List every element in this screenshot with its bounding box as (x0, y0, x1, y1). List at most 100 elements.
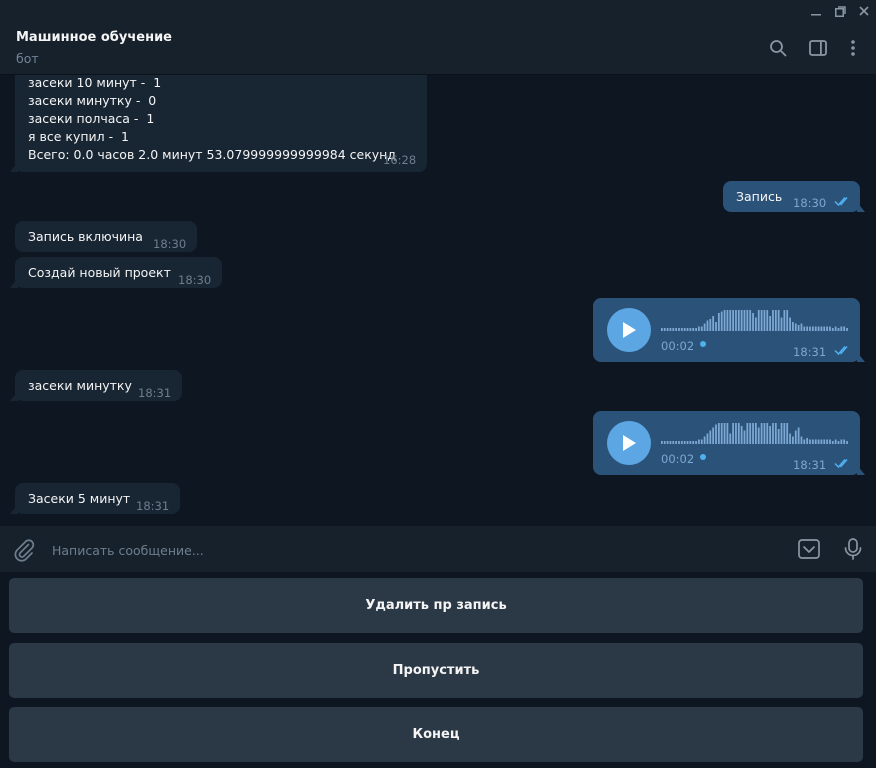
waveform-bar (735, 423, 737, 444)
message-list[interactable]: засеки 10 минут - 1 засеки минутку - 0 з… (0, 75, 876, 526)
waveform-bar (680, 328, 683, 331)
bot-keyboard-icon[interactable] (797, 537, 821, 561)
waveform (661, 423, 848, 444)
waveform-bar (840, 439, 843, 444)
voice-message-outgoing[interactable]: 00:02 18:31 (593, 298, 865, 362)
waveform-bar (717, 423, 720, 444)
message-incoming[interactable]: Создай новый проект 18:30 (10, 257, 222, 288)
read-checkmarks-icon (834, 343, 852, 361)
minimize-icon[interactable] (804, 0, 828, 22)
waveform-bar (789, 433, 791, 444)
waveform-bar (814, 439, 817, 444)
message-incoming[interactable]: засеки минутку 18:31 (10, 370, 182, 401)
message-text: засеки минутку (28, 378, 132, 393)
bubble-tail (857, 352, 865, 362)
waveform-bar (732, 310, 734, 331)
voice-message-outgoing[interactable]: 00:02 18:31 (593, 411, 865, 475)
waveform-bar (774, 310, 777, 331)
waveform-bar (831, 441, 834, 444)
waveform-bar (760, 310, 763, 331)
restore-icon[interactable] (828, 0, 852, 22)
waveform-bar (715, 424, 717, 444)
waveform-bar (717, 313, 720, 331)
sidebar-toggle-icon[interactable] (807, 37, 829, 59)
waveform-bar (811, 326, 814, 331)
message-time: 18:31 (793, 345, 827, 359)
message-incoming[interactable]: Запись включина 18:30 (15, 221, 197, 252)
message-outgoing[interactable]: Запись 18:30 (723, 181, 865, 212)
message-line: Всего: 0.0 часов 2.0 минут 53.0799999999… (28, 147, 396, 162)
play-button[interactable] (607, 421, 651, 465)
waveform-bar (811, 439, 814, 444)
waveform (661, 310, 848, 331)
search-icon[interactable] (767, 37, 789, 59)
more-vertical-icon[interactable] (842, 37, 864, 59)
message-line: засеки минутку - 0 (28, 93, 157, 108)
waveform-bar (757, 427, 760, 444)
waveform-bar (726, 423, 729, 444)
waveform-bar (703, 436, 706, 444)
waveform-bar (666, 328, 669, 331)
message-incoming[interactable]: засеки 10 минут - 1 засеки минутку - 0 з… (10, 75, 427, 172)
message-input[interactable] (52, 540, 752, 560)
bubble-tail (857, 202, 865, 212)
close-icon[interactable] (852, 0, 876, 22)
waveform-bar (746, 423, 749, 444)
play-button[interactable] (607, 308, 651, 352)
waveform-bar (743, 310, 746, 331)
waveform-bar (820, 439, 823, 444)
waveform-bar (780, 317, 783, 331)
waveform-bar (803, 439, 806, 444)
waveform-bar (735, 310, 737, 331)
waveform-bar (794, 323, 797, 331)
paperclip-icon[interactable] (12, 538, 36, 562)
waveform-bar (769, 426, 772, 444)
waveform-bar (695, 328, 697, 331)
waveform-bar (817, 439, 820, 444)
chat-title[interactable]: Машинное обучение (16, 30, 172, 45)
waveform-bar (672, 328, 675, 331)
waveform-bar (763, 310, 766, 331)
waveform-bar (692, 328, 695, 331)
bubble-tail (857, 465, 865, 475)
waveform-bar (732, 423, 734, 444)
message-text: Засеки 5 минут (28, 491, 131, 506)
message-line: засеки 10 минут - 1 (28, 75, 162, 90)
window-title-bar (0, 0, 876, 22)
waveform-bar (820, 326, 823, 331)
read-checkmarks-icon (834, 194, 852, 212)
play-icon (623, 322, 636, 338)
skip-button[interactable]: Пропустить (9, 643, 863, 698)
waveform-bar (700, 326, 703, 331)
waveform-bar (675, 441, 678, 444)
waveform-bar (666, 441, 669, 444)
bubble-tail (10, 162, 18, 172)
waveform-bar (726, 310, 729, 331)
waveform-bar (846, 441, 848, 444)
end-button[interactable]: Конец (9, 707, 863, 762)
waveform-bar (729, 433, 732, 444)
waveform-bar (703, 323, 706, 331)
waveform-bar (686, 328, 689, 331)
delete-last-record-button[interactable]: Удалить пр запись (9, 578, 863, 633)
waveform-bar (755, 317, 757, 331)
message-time: 18:30 (153, 237, 187, 251)
waveform-bar (766, 310, 769, 331)
waveform-bar (777, 310, 780, 331)
message-time: 16:28 (383, 153, 417, 167)
waveform-bar (675, 328, 678, 331)
microphone-icon[interactable] (842, 537, 864, 561)
waveform-bar (672, 441, 675, 444)
message-incoming[interactable]: Засеки 5 минут 18:31 (10, 483, 180, 514)
message-time: 18:31 (136, 499, 170, 513)
waveform-bar (800, 323, 803, 331)
waveform-bar (760, 423, 763, 444)
bubble-tail (10, 278, 18, 288)
waveform-bar (752, 423, 754, 444)
waveform-bar (752, 313, 754, 331)
voice-duration: 00:02 (661, 452, 695, 466)
waveform-bar (669, 328, 672, 331)
waveform-bar (772, 310, 774, 331)
waveform-bar (843, 439, 846, 444)
message-text: Запись включина (28, 229, 143, 244)
